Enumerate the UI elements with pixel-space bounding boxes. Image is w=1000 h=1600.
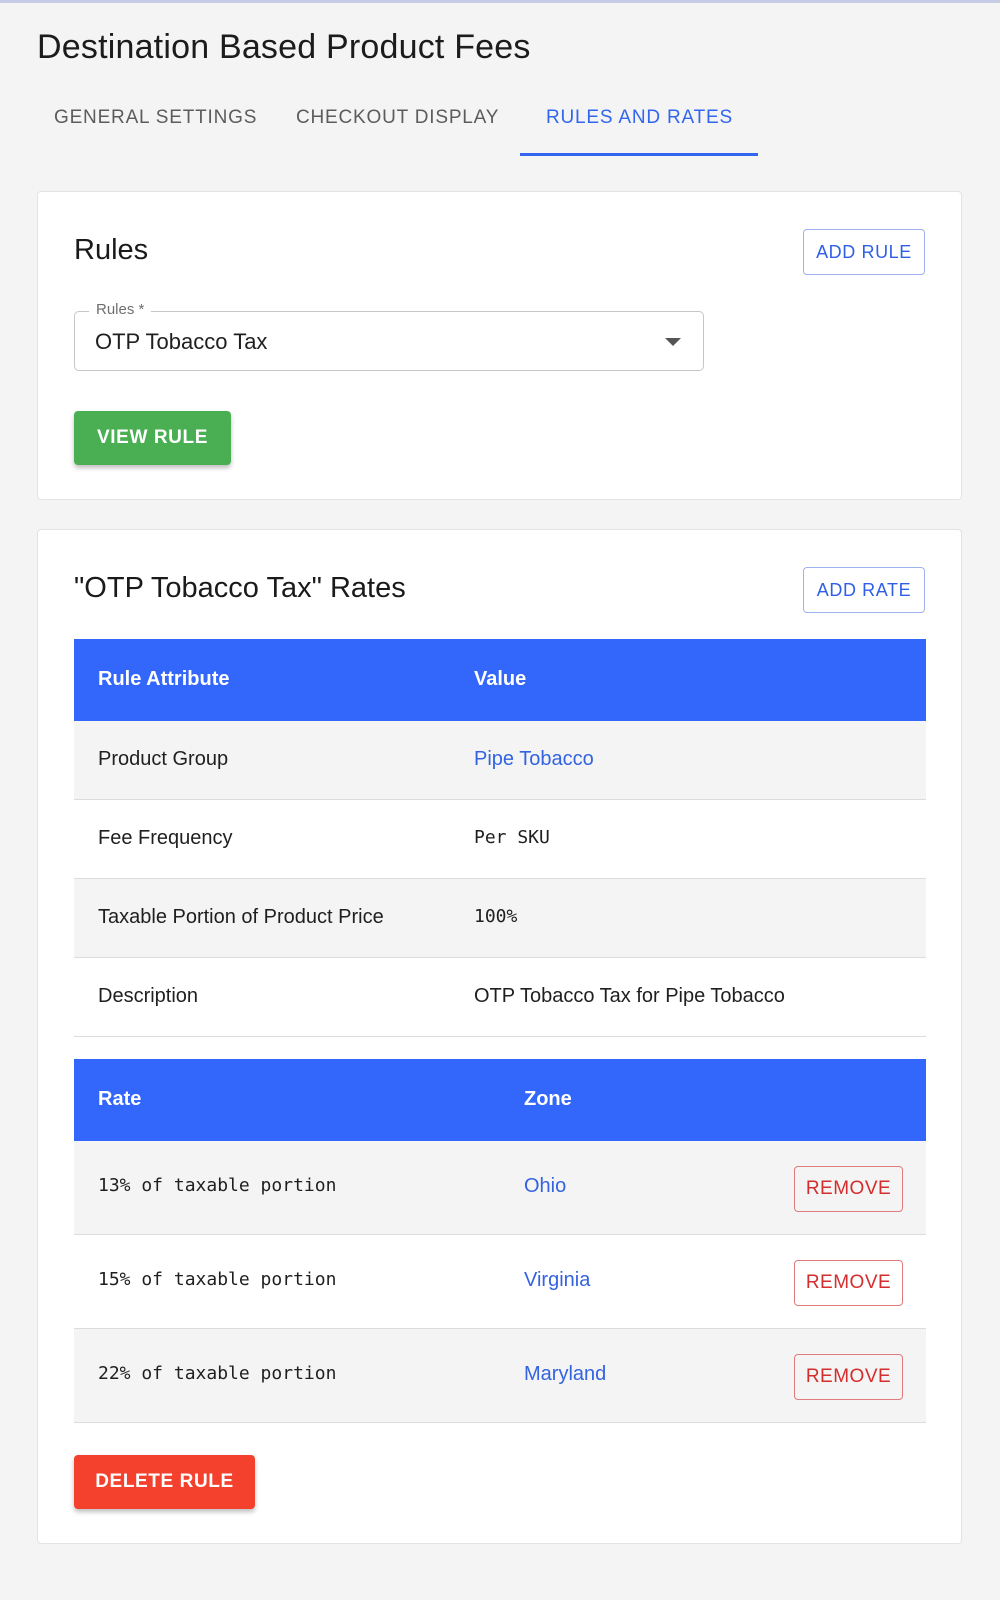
table-row: Description OTP Tobacco Tax for Pipe Tob…	[74, 958, 926, 1037]
rates-table: Rate Zone 13% of taxable portion Ohio RE…	[74, 1059, 926, 1423]
header-rate: Rate	[98, 1088, 142, 1110]
add-rule-button[interactable]: ADD RULE	[803, 229, 925, 275]
attribute-value: OTP Tobacco Tax for Pipe Tobacco	[474, 985, 785, 1007]
rate-value: 15% of taxable portion	[98, 1269, 337, 1290]
tab-bar: GENERAL SETTINGS CHECKOUT DISPLAY RULES …	[37, 90, 758, 156]
table-row: 22% of taxable portion Maryland REMOVE	[74, 1329, 926, 1423]
delete-rule-button[interactable]: DELETE RULE	[74, 1455, 255, 1509]
rule-attributes-table: Rule Attribute Value Product Group Pipe …	[74, 639, 926, 1037]
header-value: Value	[474, 668, 527, 690]
attribute-value: Per SKU	[474, 827, 550, 848]
tab-rules-and-rates[interactable]: RULES AND RATES	[520, 90, 758, 156]
table-row: Product Group Pipe Tobacco	[74, 721, 926, 800]
attribute-value: 100%	[474, 906, 518, 927]
view-rule-button[interactable]: VIEW RULE	[74, 411, 231, 465]
header-zone: Zone	[524, 1088, 572, 1110]
table-row: Taxable Portion of Product Price 100%	[74, 879, 926, 958]
rates-card-title: "OTP Tobacco Tax" Rates	[74, 572, 406, 604]
table-header: Rate Zone	[74, 1059, 926, 1141]
attribute-label: Product Group	[98, 748, 229, 770]
table-row: 15% of taxable portion Virginia REMOVE	[74, 1235, 926, 1329]
table-row: Fee Frequency Per SKU	[74, 800, 926, 879]
caret-down-icon	[665, 338, 681, 346]
rates-card: "OTP Tobacco Tax" Rates ADD RATE Rule At…	[37, 529, 962, 1544]
zone-link[interactable]: Virginia	[524, 1269, 590, 1292]
header-rule-attribute: Rule Attribute	[98, 668, 230, 690]
table-row: 13% of taxable portion Ohio REMOVE	[74, 1141, 926, 1235]
table-header: Rule Attribute Value	[74, 639, 926, 721]
rules-card-title: Rules	[74, 234, 149, 266]
product-group-link[interactable]: Pipe Tobacco	[474, 748, 594, 771]
page-title: Destination Based Product Fees	[37, 28, 531, 66]
rate-value: 22% of taxable portion	[98, 1363, 337, 1384]
top-border	[0, 0, 1000, 3]
remove-button[interactable]: REMOVE	[794, 1354, 903, 1400]
rate-value: 13% of taxable portion	[98, 1175, 337, 1196]
rules-select[interactable]: Rules * OTP Tobacco Tax	[74, 301, 704, 371]
rules-card: Rules ADD RULE Rules * OTP Tobacco Tax V…	[37, 191, 962, 500]
attribute-label: Fee Frequency	[98, 827, 233, 849]
tab-general-settings[interactable]: GENERAL SETTINGS	[37, 90, 291, 156]
rules-select-value: OTP Tobacco Tax	[95, 329, 268, 354]
remove-button[interactable]: REMOVE	[794, 1166, 903, 1212]
attribute-label: Taxable Portion of Product Price	[98, 906, 384, 928]
remove-button[interactable]: REMOVE	[794, 1260, 903, 1306]
attribute-label: Description	[98, 985, 199, 1007]
zone-link[interactable]: Ohio	[524, 1175, 566, 1198]
add-rate-button[interactable]: ADD RATE	[803, 567, 925, 613]
tab-checkout-display[interactable]: CHECKOUT DISPLAY	[291, 90, 520, 156]
zone-link[interactable]: Maryland	[524, 1363, 606, 1386]
rules-select-label: Rules *	[89, 301, 152, 318]
